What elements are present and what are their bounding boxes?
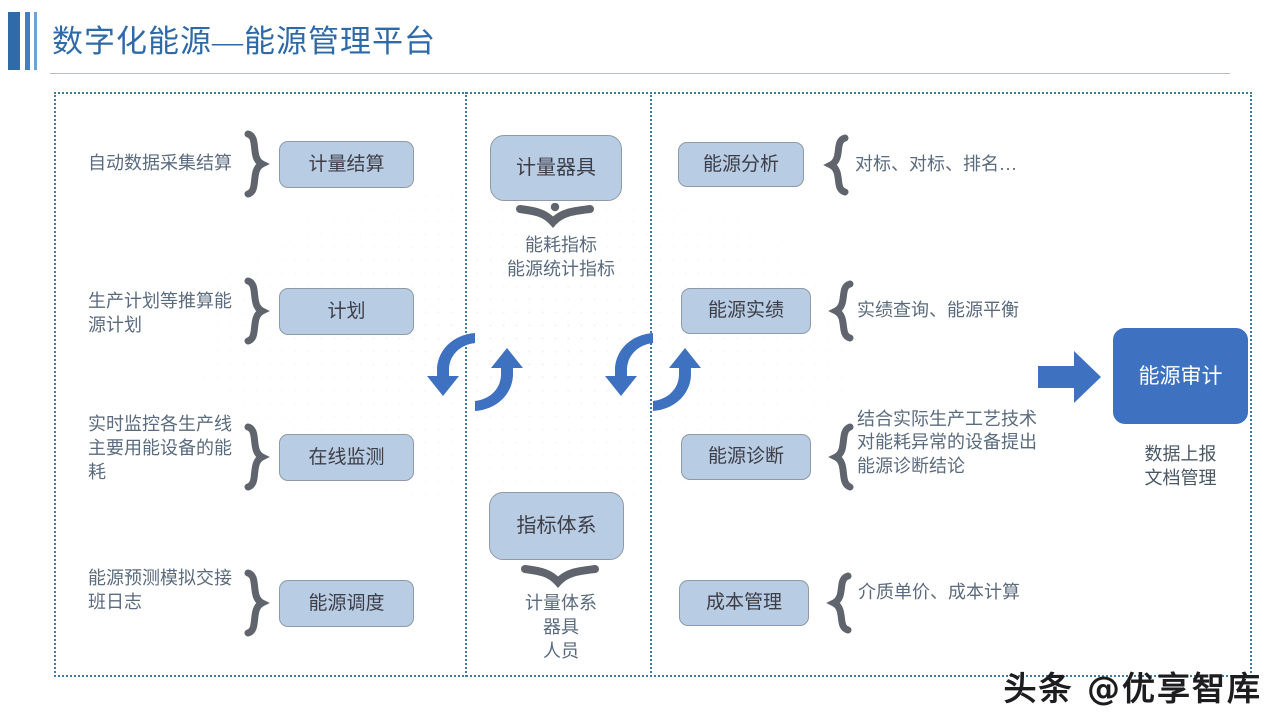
left-box-3[interactable]: 能源调度 [279,580,414,627]
left-box-0[interactable]: 计量结算 [279,141,414,188]
page-title: 数字化能源—能源管理平台 [52,24,436,59]
left-brace-icon [820,572,854,636]
right-row-0-desc: 对标、对标、排名… [855,154,1017,174]
cycle-arrows-icon [603,322,703,427]
middle-box-1[interactable]: 指标体系 [489,492,624,560]
right-box-2[interactable]: 能源诊断 [681,434,811,480]
left-box-1[interactable]: 计划 [279,288,414,335]
left-row-0-desc: 自动数据采集结算 [88,153,232,173]
left-brace-icon [822,280,856,344]
cycle-arrows-icon [425,322,525,427]
right-box-3[interactable]: 成本管理 [679,580,809,626]
right-arrow-icon [1038,349,1102,410]
right-box-1[interactable]: 能源实绩 [681,288,811,334]
right-brace-icon [242,277,276,347]
audit-box[interactable]: 能源审计 [1113,328,1248,424]
right-brace-icon [242,569,276,639]
left-brace-icon [822,423,856,493]
right-row-1-desc: 实绩查询、能源平衡 [857,300,1019,320]
left-brace-icon [817,134,851,198]
right-row-3-desc: 介质单价、成本计算 [858,582,1020,602]
right-brace-icon [242,130,276,200]
down-brace-icon [514,203,598,233]
audit-desc: 数据上报 文档管理 [1144,444,1217,488]
watermark: 头条 @优享智库 [1003,669,1262,708]
middle-box-0[interactable]: 计量器具 [490,135,622,201]
left-box-2[interactable]: 在线监测 [279,434,414,481]
right-brace-icon [242,423,276,493]
middle-group-1-desc: 计量体系 器具 人员 [525,593,597,661]
left-row-3-desc: 能源预测模拟交接 班日志 [88,568,232,612]
slide-canvas: 数字化能源—能源管理平台 自动数据采集结算 计量结算 生产计划等推算能 源计划 … [0,0,1280,720]
middle-group-0-desc: 能耗指标 能源统计指标 [507,235,615,279]
down-brace-icon [519,563,603,593]
left-row-1-desc: 生产计划等推算能 源计划 [88,291,232,335]
title-accent-bars [8,12,37,70]
right-box-0[interactable]: 能源分析 [678,142,804,187]
right-row-2-desc: 结合实际生产工艺技术 对能耗异常的设备提出 能源诊断结论 [857,409,1037,476]
title-divider-rule [50,73,1230,74]
left-row-2-desc: 实时监控各生产线 主要用能设备的能 耗 [88,414,232,482]
